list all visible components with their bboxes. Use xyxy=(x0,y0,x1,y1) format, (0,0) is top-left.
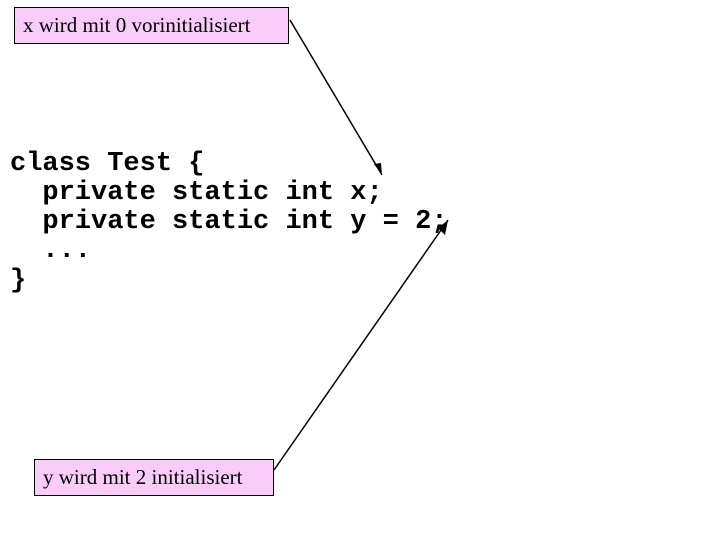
code-line-3: private static int y = 2; xyxy=(10,207,447,237)
code-line-1: class Test { xyxy=(10,149,204,179)
code-line-2: private static int x; xyxy=(10,178,383,208)
code-line-5: } xyxy=(10,266,26,296)
code-line-4: ... xyxy=(10,236,91,266)
code-block: class Test { private static int x; priva… xyxy=(10,150,447,296)
annotation-bottom: y wird mit 2 initialisiert xyxy=(34,459,274,496)
annotation-top: x wird mit 0 vorinitialisiert xyxy=(14,7,289,44)
